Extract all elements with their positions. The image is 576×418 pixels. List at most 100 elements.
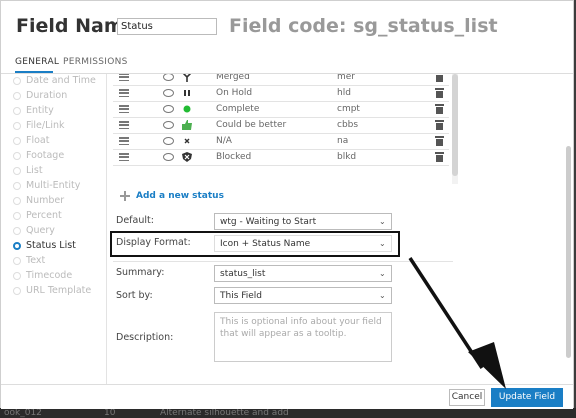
trash-icon[interactable]: [434, 136, 444, 146]
active-tab-indicator: [15, 71, 53, 73]
chevron-down-icon: ⌄: [379, 217, 386, 226]
summary-select-value: status_list: [220, 269, 266, 279]
status-row-blocked[interactable]: Blocked blkd: [113, 150, 449, 166]
field-type-label: Duration: [26, 90, 68, 101]
drag-handle-icon[interactable]: [119, 121, 129, 130]
field-type-file-link[interactable]: File/Link: [13, 118, 65, 133]
field-type-float[interactable]: Float: [13, 133, 49, 148]
description-textarea[interactable]: This is optional info about your field t…: [214, 312, 392, 362]
field-type-label: Query: [26, 225, 55, 236]
field-type-status-list[interactable]: Status List: [13, 238, 76, 253]
scrollbar-thumb[interactable]: [452, 74, 458, 176]
radio-icon: [13, 76, 21, 85]
status-list-scrollbar[interactable]: [452, 74, 458, 184]
field-type-label: Entity: [26, 105, 54, 116]
drag-handle-icon[interactable]: [119, 74, 129, 82]
summary-select[interactable]: status_list ⌄: [214, 265, 392, 282]
trash-icon[interactable]: [434, 88, 444, 98]
default-radio[interactable]: [163, 121, 174, 129]
status-name: N/A: [216, 136, 232, 146]
field-name-input[interactable]: [117, 18, 217, 35]
green-dot-icon: [181, 103, 193, 115]
field-type-number[interactable]: Number: [13, 193, 64, 208]
field-type-label: Float: [26, 135, 50, 146]
sort-by-select-value: This Field: [220, 291, 263, 301]
status-row-na[interactable]: N/A na: [113, 134, 449, 150]
trash-icon[interactable]: [435, 74, 443, 82]
radio-icon: [13, 151, 21, 160]
default-radio[interactable]: [163, 137, 174, 145]
status-row-merged[interactable]: Merged mer: [113, 74, 449, 86]
field-type-text[interactable]: Text: [13, 253, 45, 268]
default-select-value: wtg - Waiting to Start: [220, 217, 317, 227]
field-type-label: Percent: [26, 210, 62, 221]
default-radio[interactable]: [163, 74, 174, 81]
background-page-strip: ook_012 10 Alternate silhouette and add: [0, 408, 576, 418]
drag-handle-icon[interactable]: [119, 153, 129, 162]
drag-handle-icon[interactable]: [119, 137, 129, 146]
status-code: mer: [337, 74, 356, 82]
field-type-label: Number: [26, 195, 65, 206]
trash-icon[interactable]: [434, 120, 444, 130]
field-type-label: Text: [26, 255, 46, 266]
sort-by-select[interactable]: This Field ⌄: [214, 287, 392, 304]
field-code-label: Field code: sg_status_list: [229, 15, 498, 37]
background-text: 10: [104, 408, 116, 418]
status-name: Could be better: [216, 120, 287, 130]
default-select[interactable]: wtg - Waiting to Start ⌄: [214, 213, 392, 230]
field-type-query[interactable]: Query: [13, 223, 55, 238]
field-type-label: Status List: [26, 240, 76, 251]
dialog-content: Date and Time Duration Entity File/Link …: [1, 74, 573, 384]
display-format-label: Display Format:: [116, 237, 191, 248]
default-radio[interactable]: [163, 105, 174, 113]
drag-handle-icon[interactable]: [119, 89, 129, 98]
cancel-button[interactable]: Cancel: [449, 389, 485, 406]
tab-permissions[interactable]: PERMISSIONS: [63, 57, 128, 67]
field-type-entity[interactable]: Entity: [13, 103, 54, 118]
radio-icon: [13, 196, 21, 205]
status-name: Blocked: [216, 152, 252, 162]
display-format-select[interactable]: Icon + Status Name ⌄: [214, 235, 392, 252]
display-format-value: Icon + Status Name: [220, 239, 311, 249]
trash-icon[interactable]: [434, 152, 444, 162]
drag-handle-icon[interactable]: [119, 105, 129, 114]
status-row-could-be-better[interactable]: Could be better cbbs: [113, 118, 449, 134]
field-type-url-template[interactable]: URL Template: [13, 283, 91, 298]
form-divider: [113, 261, 453, 262]
radio-icon: [13, 211, 21, 220]
field-type-multi-entity[interactable]: Multi-Entity: [13, 178, 80, 193]
status-row-on-hold[interactable]: On Hold hld: [113, 86, 449, 102]
default-label: Default:: [116, 215, 154, 226]
dialog-header: Field Name Field code: sg_status_list: [1, 1, 573, 51]
status-code: cmpt: [337, 104, 360, 114]
field-editor-dialog: Field Name Field code: sg_status_list GE…: [0, 0, 574, 409]
chevron-down-icon: ⌄: [379, 239, 386, 248]
status-name: On Hold: [216, 88, 253, 98]
status-row-complete[interactable]: Complete cmpt: [113, 102, 449, 118]
field-type-label: Date and Time: [26, 75, 96, 86]
tab-general[interactable]: GENERAL: [15, 57, 59, 67]
background-text: Alternate silhouette and add: [160, 408, 289, 418]
tab-bar: GENERAL PERMISSIONS: [1, 55, 573, 74]
sort-by-label: Sort by:: [116, 290, 153, 301]
status-code: na: [337, 136, 349, 146]
field-type-list[interactable]: List: [13, 163, 43, 178]
field-type-label: URL Template: [26, 285, 92, 296]
add-new-status-link[interactable]: Add a new status: [120, 191, 224, 201]
field-type-date-and-time[interactable]: Date and Time: [13, 74, 96, 88]
dialog-scrollbar[interactable]: [566, 146, 571, 358]
field-type-footage[interactable]: Footage: [13, 148, 64, 163]
chevron-down-icon: ⌄: [379, 291, 386, 300]
trash-icon[interactable]: [434, 104, 444, 114]
status-code: hld: [337, 88, 351, 98]
update-field-button[interactable]: Update Field: [491, 388, 563, 407]
status-name: Merged: [216, 74, 250, 82]
default-radio[interactable]: [163, 89, 174, 97]
status-code: cbbs: [337, 120, 359, 130]
field-type-timecode[interactable]: Timecode: [13, 268, 72, 283]
field-type-duration[interactable]: Duration: [13, 88, 67, 103]
field-type-label: List: [26, 165, 43, 176]
field-type-percent[interactable]: Percent: [13, 208, 62, 223]
default-radio[interactable]: [163, 153, 174, 161]
plus-icon: [120, 191, 130, 201]
